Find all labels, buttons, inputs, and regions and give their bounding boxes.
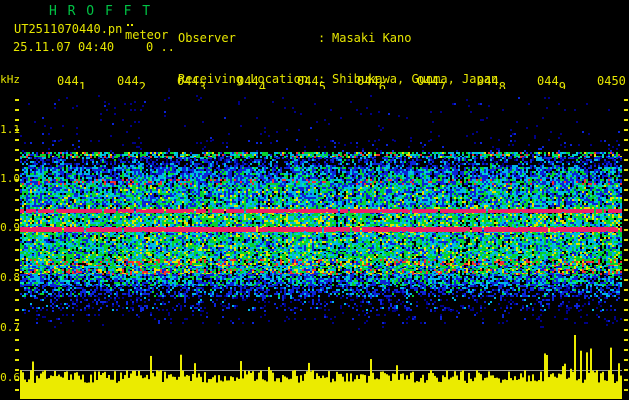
freq-tick-left xyxy=(15,119,19,121)
freq-tick-right xyxy=(624,139,628,141)
freq-tick-right xyxy=(624,179,628,181)
freq-tick-left xyxy=(15,289,19,291)
time-tick-label: 0441 xyxy=(57,74,86,89)
freq-tick-left xyxy=(15,169,19,171)
freq-tick-left xyxy=(15,139,19,141)
power-strip-canvas xyxy=(20,330,622,400)
freq-tick-right xyxy=(624,319,628,321)
freq-tick-right xyxy=(624,379,628,381)
freq-tick-right xyxy=(624,129,628,131)
freq-tick-left xyxy=(15,379,19,381)
time-tick-label: 0443 xyxy=(177,74,206,89)
time-tick-label: 0445 xyxy=(297,74,326,89)
freq-tick-right xyxy=(624,249,628,251)
time-tick-label: 0442 xyxy=(117,74,146,89)
time-tick-label: 0449 xyxy=(537,74,566,89)
freq-tick-left xyxy=(15,359,19,361)
time-tick-label: 0444 xyxy=(237,74,266,89)
freq-tick-label: 0.9 xyxy=(0,221,20,234)
app-title: H R O F F T xyxy=(49,4,152,19)
freq-tick-right xyxy=(624,259,628,261)
freq-tick-left xyxy=(15,199,19,201)
freq-tick-right xyxy=(624,149,628,151)
info-label: Observer xyxy=(178,31,236,45)
freq-tick-right xyxy=(624,389,628,391)
freq-tick-right xyxy=(624,299,628,301)
freq-tick-right xyxy=(624,289,628,291)
freq-tick-left xyxy=(15,129,19,131)
freq-tick-left xyxy=(15,349,19,351)
freq-tick-right xyxy=(624,349,628,351)
freq-tick-left xyxy=(15,99,19,101)
freq-tick-left xyxy=(15,369,19,371)
freq-axis-unit: kHz xyxy=(0,73,20,86)
time-tick-label: 0448 xyxy=(477,74,506,89)
time-tick-label: 0447 xyxy=(417,74,446,89)
freq-tick-left xyxy=(15,309,19,311)
freq-tick-right xyxy=(624,239,628,241)
filename-g-dot xyxy=(131,24,133,26)
freq-tick-left xyxy=(15,319,19,321)
freq-tick-right xyxy=(624,269,628,271)
freq-tick-left xyxy=(15,259,19,261)
freq-tick-right xyxy=(624,169,628,171)
freq-tick-left xyxy=(15,229,19,231)
freq-tick-label: 0.8 xyxy=(0,271,20,284)
freq-tick-left xyxy=(15,239,19,241)
freq-tick-left xyxy=(15,269,19,271)
echo-counter: 0 .. xyxy=(146,40,175,54)
info-row-observer: Observer: Masaki Kano xyxy=(178,32,578,45)
freq-tick-left xyxy=(15,179,19,181)
freq-tick-left xyxy=(15,209,19,211)
freq-tick-right xyxy=(624,199,628,201)
freq-tick-right xyxy=(624,119,628,121)
freq-tick-right xyxy=(624,99,628,101)
freq-tick-left xyxy=(15,109,19,111)
freq-tick-left xyxy=(15,159,19,161)
freq-tick-left xyxy=(15,339,19,341)
freq-tick-right xyxy=(624,209,628,211)
freq-tick-label: 0.6 xyxy=(0,371,20,384)
filename-g-dot xyxy=(127,24,129,26)
freq-tick-right xyxy=(624,219,628,221)
freq-tick-right xyxy=(624,159,628,161)
freq-tick-right xyxy=(624,109,628,111)
time-tick-label: 0450 xyxy=(597,74,626,88)
freq-tick-right xyxy=(624,359,628,361)
freq-tick-left xyxy=(15,279,19,281)
time-tick-label: 0446 xyxy=(357,74,386,89)
freq-tick-left xyxy=(15,299,19,301)
info-value: Masaki Kano xyxy=(332,31,412,45)
freq-tick-left xyxy=(15,249,19,251)
freq-tick-right xyxy=(624,229,628,231)
freq-tick-right xyxy=(624,339,628,341)
freq-tick-left xyxy=(15,149,19,151)
freq-tick-left xyxy=(15,189,19,191)
output-filename: UT2511070440.pn xyxy=(14,22,123,36)
freq-tick-right xyxy=(624,279,628,281)
freq-tick-left xyxy=(15,219,19,221)
freq-tick-right xyxy=(624,309,628,311)
info-separator: : xyxy=(318,31,326,45)
freq-tick-left xyxy=(15,389,19,391)
hrofft-output-screen: H R O F F T UT2511070440.pn meteor 25.11… xyxy=(0,0,629,400)
freq-tick-label: 0.7 xyxy=(0,321,20,334)
freq-tick-right xyxy=(624,329,628,331)
observation-datetime: 25.11.07 04:40 xyxy=(13,40,115,54)
freq-tick-right xyxy=(624,189,628,191)
freq-tick-left xyxy=(15,329,19,331)
freq-tick-right xyxy=(624,369,628,371)
